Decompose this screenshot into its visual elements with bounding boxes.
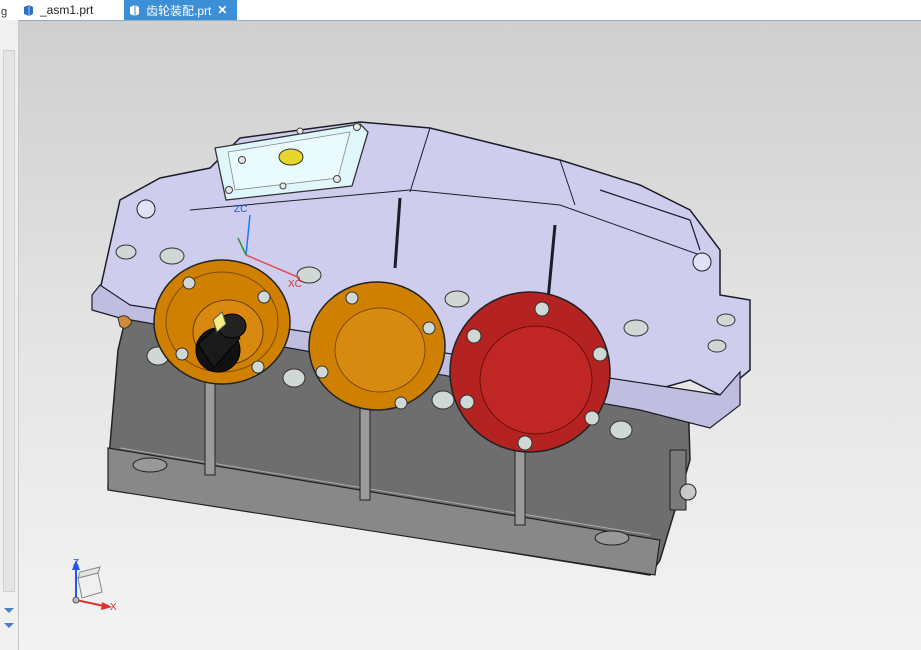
tab-label: 齿轮装配.prt [146,3,212,18]
part-file-icon [128,4,141,17]
left-scroll-arrows[interactable] [3,605,15,635]
gearbox-model[interactable]: ZC XC Z X [19,21,921,650]
tab-gear-assembly[interactable]: 齿轮装配.prt ✕ [124,0,237,20]
left-panel-strip: g [0,6,19,650]
csys-zc-label: ZC [234,204,247,215]
bearing-cover-middle [308,281,446,411]
left-scrollbar[interactable] [3,50,15,592]
tab-bar: _asm1.prt 齿轮装配.prt ✕ [0,0,921,21]
part-file-icon [22,4,35,17]
tab-asm1[interactable]: _asm1.prt [22,0,122,20]
view-triad[interactable]: Z X [72,558,117,613]
graphics-viewport[interactable]: ZC XC Z X [19,21,921,650]
triad-x-label: X [110,602,117,613]
bearing-cover-output [449,291,611,453]
left-panel-char: g [1,6,8,18]
triad-z-label: Z [73,558,79,569]
tab-label: _asm1.prt [40,3,94,17]
csys-xc-label: XC [288,279,302,290]
close-icon[interactable]: ✕ [217,3,227,17]
bearing-cover-input [153,259,291,385]
